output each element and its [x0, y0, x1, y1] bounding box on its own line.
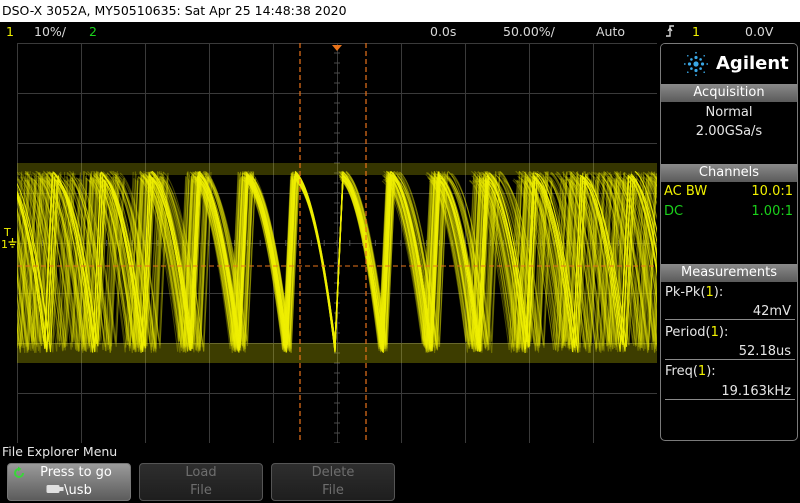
press-to-go-button[interactable]: Press to go \usb: [7, 463, 131, 501]
brand-logo: Agilent: [661, 44, 797, 84]
press-to-go-line2: \usb: [8, 482, 130, 500]
ground-icon: [8, 238, 17, 248]
ch2-probe: 1.00:1: [751, 204, 793, 219]
trigger-source[interactable]: 1: [692, 24, 700, 40]
trigger-mode[interactable]: Auto: [596, 24, 625, 40]
period-value: 52.18us: [665, 343, 795, 360]
trigger-position-marker: [332, 45, 342, 51]
ch1-number[interactable]: 1: [6, 24, 14, 40]
sample-rate: 2.00GSa/s: [695, 124, 763, 139]
period-label: Period(1):: [665, 325, 729, 340]
ch2-number[interactable]: 2: [89, 24, 97, 40]
rising-edge-icon: [665, 24, 675, 42]
pkpk-value: 42mV: [665, 303, 795, 320]
usb-drive-icon: [46, 485, 64, 493]
menu-title: File Explorer Menu: [2, 444, 118, 459]
acquisition-mode: Normal: [705, 105, 753, 120]
freq-value: 19.163kHz: [665, 383, 795, 400]
acquisition-header[interactable]: Acquisition: [661, 84, 797, 102]
horizontal-delay[interactable]: 0.0s: [430, 24, 456, 40]
status-bar: 1 10%/ 2 0.0s 50.00%/ Auto 1 0.0V: [0, 22, 800, 42]
side-panel: Agilent Acquisition Normal 2.00GSa/s Cha…: [660, 43, 798, 441]
pkpk-label: Pk-Pk(1):: [665, 285, 724, 300]
freq-label: Freq(1):: [665, 364, 716, 379]
delete-file-button[interactable]: Delete File: [271, 463, 395, 501]
ch1-coupling: AC BW: [664, 184, 708, 199]
load-file-button[interactable]: Load File: [139, 463, 263, 501]
ch1-ground-label: 1: [1, 238, 8, 251]
ch2-coupling: DC: [664, 204, 684, 219]
waveform-display[interactable]: [0, 42, 762, 444]
timebase-scale[interactable]: 50.00%/: [503, 24, 555, 40]
brand-name: Agilent: [716, 53, 789, 74]
press-to-go-line1: Press to go: [8, 464, 130, 482]
ch1-ground-marker[interactable]: 1: [1, 238, 17, 251]
rotate-arrow-icon: [14, 466, 24, 478]
title-bar: DSO-X 3052A, MY50510635: Sat Apr 25 14:4…: [0, 0, 800, 22]
trigger-level[interactable]: 0.0V: [745, 24, 773, 40]
ch1-probe: 10.0:1: [751, 184, 793, 199]
measurements-header[interactable]: Measurements: [661, 264, 797, 282]
ch1-scale[interactable]: 10%/: [34, 24, 66, 40]
channels-header[interactable]: Channels: [661, 164, 797, 182]
waveform-grid: [0, 42, 762, 444]
agilent-spark-icon: [683, 51, 709, 77]
